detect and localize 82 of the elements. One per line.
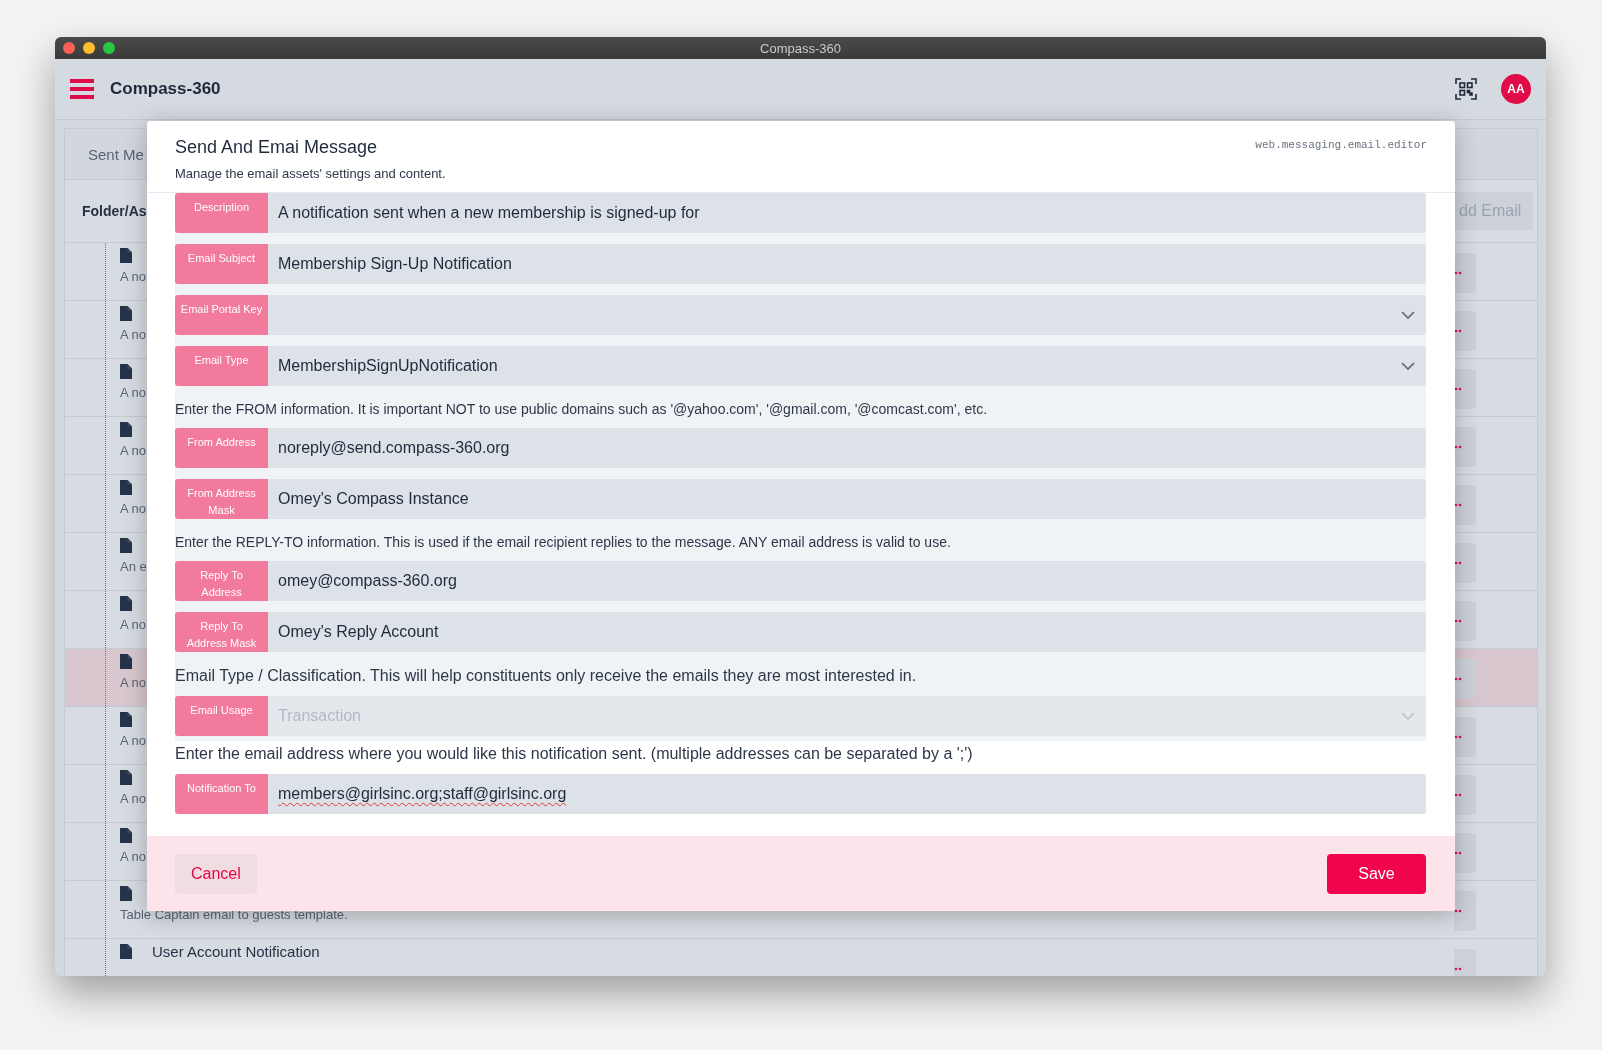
input-field[interactable]: noreply@send.compass-360.org [268, 428, 1426, 468]
file-icon [120, 537, 132, 553]
editor-id: web.messaging.email.editor [1255, 139, 1427, 153]
more-button[interactable] [1454, 891, 1476, 931]
more-button[interactable] [1454, 311, 1476, 351]
more-button[interactable] [1454, 717, 1476, 757]
file-icon [120, 363, 132, 379]
input-field[interactable]: members@girlsinc.org;staff@girlsinc.org [268, 774, 1426, 814]
field-label: Email Portal Key [175, 295, 268, 335]
field-label: Email Subject [175, 244, 268, 284]
field-label: Description [175, 193, 268, 233]
file-icon [120, 711, 132, 727]
row-description: A no [120, 269, 147, 284]
more-button[interactable] [1454, 601, 1476, 641]
input-field[interactable]: A notification sent when a new membership is signed-up for [268, 193, 1426, 233]
field-label: Reply To Address [175, 561, 268, 601]
field-label: Notification To [175, 774, 268, 814]
dialog-title: Send And Emai Message [175, 137, 379, 158]
row-description: A no [120, 443, 147, 458]
file-icon [120, 943, 132, 959]
more-button[interactable] [1454, 833, 1476, 873]
window-title: Compass-360 [760, 40, 841, 56]
row-description: A no [120, 675, 147, 690]
file-icon [120, 769, 132, 785]
more-button[interactable] [1454, 485, 1476, 525]
more-button[interactable] [1454, 253, 1476, 293]
file-icon [120, 653, 132, 669]
row-description: A no [120, 327, 147, 342]
select-field[interactable] [268, 295, 1426, 335]
cancel-button[interactable]: Cancel [175, 853, 257, 894]
menu-icon[interactable] [70, 79, 94, 99]
row-description: Table Captain email to guests template. [120, 907, 348, 922]
hint-text: Enter the FROM information. It is important NOT to use public domains such as '@yahoo.com', '@gmail.com, '@comcast.com', etc. [175, 401, 989, 417]
dots-icon [1454, 909, 1462, 913]
row-description: An e [120, 559, 147, 574]
file-icon [120, 421, 132, 437]
dialog-subtitle: Manage the email assets' settings and content. [175, 166, 446, 181]
input-field[interactable]: Omey's Compass Instance [268, 479, 1426, 519]
qr-code-icon[interactable] [1455, 78, 1477, 100]
chevron-down-icon [1401, 311, 1415, 319]
user-avatar[interactable]: AA [1501, 74, 1531, 104]
row-description: A no [120, 791, 147, 806]
file-icon [120, 479, 132, 495]
more-button[interactable] [1454, 775, 1476, 815]
field-label: From Address [175, 428, 268, 468]
row-title: User Account Notification [152, 942, 320, 960]
more-button[interactable] [1454, 369, 1476, 409]
file-icon [120, 247, 132, 263]
tab[interactable]: Sent Me [88, 145, 144, 163]
input-field[interactable]: Omey's Reply Account [268, 612, 1426, 652]
hint-text: Email Type / Classification. This will help constituents only receive the emails they are most interested in. [175, 667, 918, 685]
more-button[interactable] [1454, 659, 1476, 699]
file-icon [120, 305, 132, 321]
maximize-icon[interactable] [103, 42, 115, 54]
file-icon [120, 595, 132, 611]
hint-text: Enter the email address where you would like this notification sent. (multiple addresses can be separated by a ';') [175, 745, 974, 763]
column-header: Folder/As [82, 203, 147, 219]
more-button[interactable] [1454, 543, 1476, 583]
row-description: A no [120, 849, 147, 864]
close-icon[interactable] [63, 42, 75, 54]
row-description: A no [120, 733, 147, 748]
row-description: A no [120, 385, 147, 400]
dots-icon [1454, 967, 1462, 971]
save-button[interactable]: Save [1327, 853, 1426, 894]
hint-text: Enter the REPLY-TO information. This is used if the email recipient replies to the message. ANY email address is valid to use. [175, 534, 952, 550]
file-icon [120, 885, 132, 901]
field-label: Email Type [175, 346, 268, 386]
row-description: A no [120, 501, 147, 516]
chevron-down-icon [1401, 362, 1415, 370]
chevron-down-icon [1401, 712, 1415, 720]
field-label: From Address Mask [175, 479, 268, 519]
more-button[interactable] [1454, 427, 1476, 467]
field-label: Reply To Address Mask [175, 612, 268, 652]
email-row[interactable]: User Account Notification [65, 939, 1537, 976]
minimize-icon[interactable] [83, 42, 95, 54]
input-field[interactable]: Membership Sign-Up Notification [268, 244, 1426, 284]
row-description: A no [120, 617, 147, 632]
file-icon [120, 827, 132, 843]
select-field[interactable]: MembershipSignUpNotification [268, 346, 1426, 386]
app-title: Compass-360 [110, 79, 221, 99]
input-field[interactable]: omey@compass-360.org [268, 561, 1426, 601]
field-label: Email Usage [175, 696, 268, 736]
